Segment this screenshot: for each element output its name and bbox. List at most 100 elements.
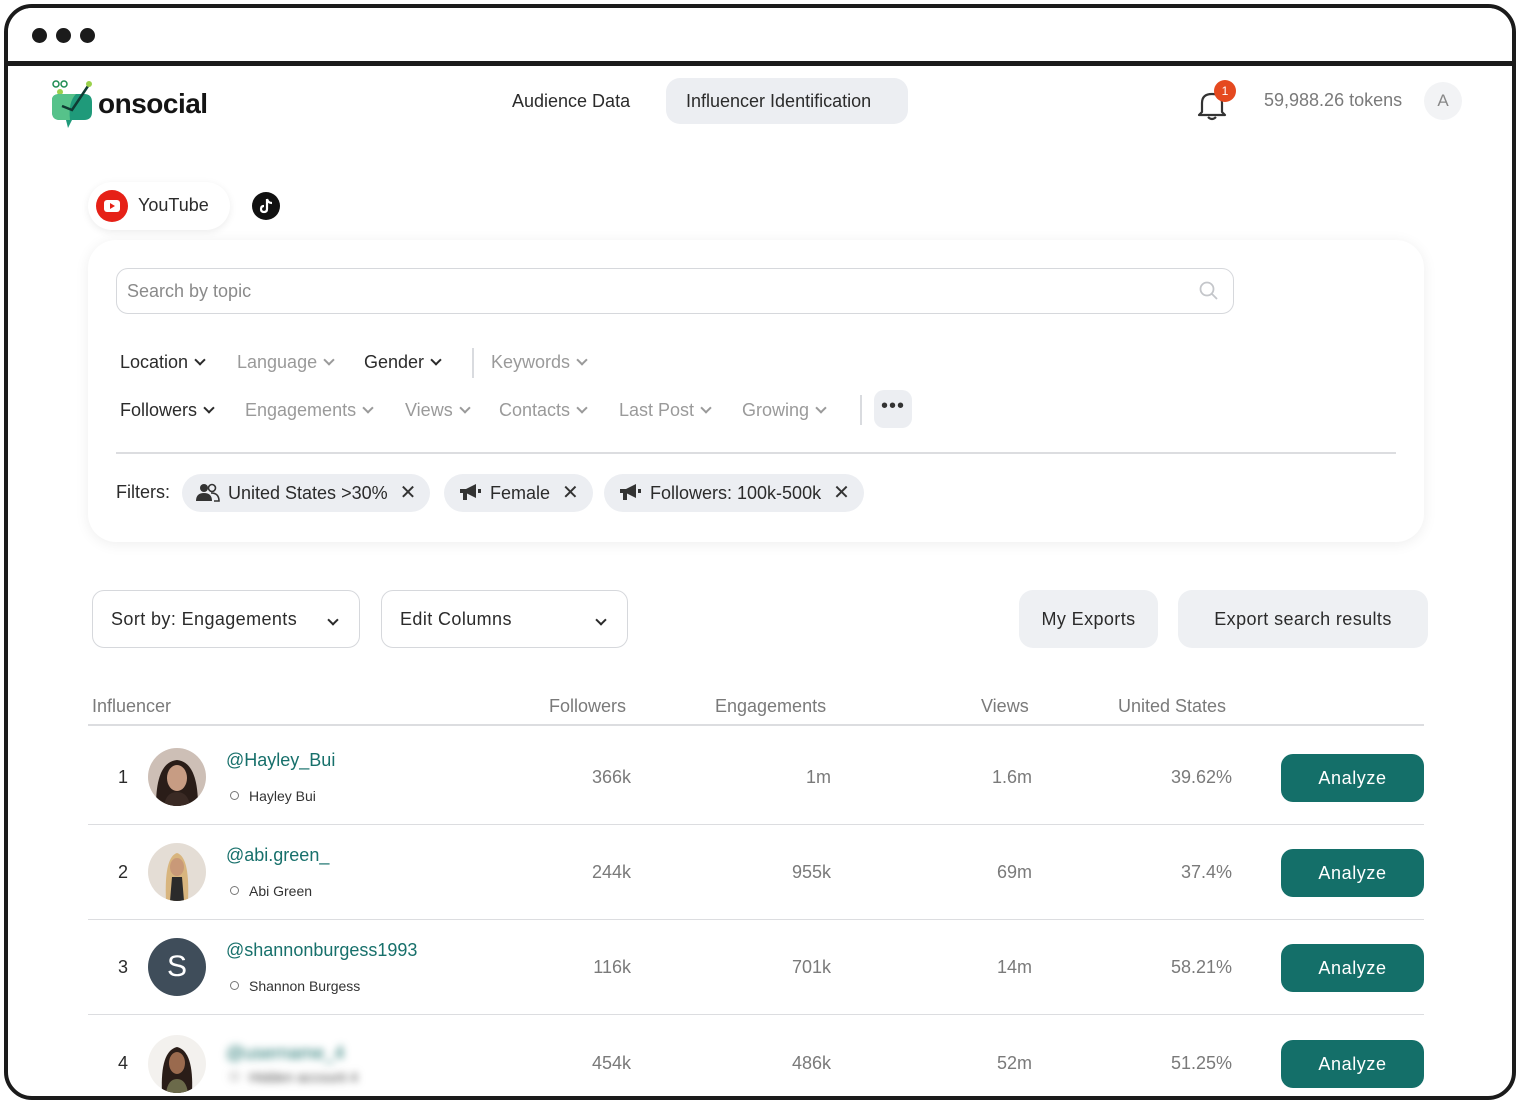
nav-influencer-identification[interactable]: Influencer Identification	[666, 78, 908, 124]
engagements-value: 1m	[805, 767, 831, 787]
filter-language-label: Language	[237, 352, 318, 372]
filter-panel: Location Language Gender Keywords Follow…	[88, 240, 1424, 542]
table-row[interactable]: 1 @Hayley_Bui Hayley Bui 366k 1m 1.6m 39…	[88, 730, 1424, 825]
filter-last-post[interactable]: Last Post	[619, 400, 712, 421]
views-value: 14m	[996, 957, 1032, 977]
close-icon[interactable]: ✕	[562, 474, 579, 512]
influencer-handle-link[interactable]: @shannonburgess1993	[226, 940, 417, 961]
filter-keywords-label: Keywords	[491, 352, 571, 372]
chevron-down-icon	[576, 402, 588, 414]
us-audience-value: 58.21%	[1170, 957, 1232, 977]
user-avatar[interactable]: A	[1424, 82, 1462, 120]
analyze-button[interactable]: Analyze	[1281, 944, 1424, 992]
filter-chip-label: Female	[490, 483, 551, 503]
filter-chip-label: United States >30%	[228, 483, 388, 503]
search-icon[interactable]	[1198, 280, 1220, 302]
column-header-followers[interactable]: Followers	[549, 696, 626, 717]
table-header-divider	[88, 724, 1424, 726]
filter-gender[interactable]: Gender	[364, 352, 442, 373]
sort-select[interactable]: Sort by: Engagements	[92, 590, 360, 648]
filter-growing-label: Growing	[742, 400, 810, 420]
analyze-button[interactable]: Analyze	[1281, 754, 1424, 802]
filter-chip-location[interactable]: United States >30% ✕	[182, 474, 431, 512]
filter-views[interactable]: Views	[405, 400, 471, 421]
my-exports-button[interactable]: My Exports	[1019, 590, 1158, 648]
filter-engagements-label: Engagements	[245, 400, 357, 420]
chevron-down-icon	[459, 402, 471, 414]
tiktok-icon[interactable]	[252, 192, 280, 220]
megaphone-icon	[620, 484, 641, 501]
filter-language[interactable]: Language	[237, 352, 335, 373]
followers-value: 366k	[591, 767, 631, 787]
table-row[interactable]: 2 @abi.green_ Abi Green 244k 955k 69m 37…	[88, 825, 1424, 920]
engagements-value: 955k	[791, 862, 831, 882]
column-header-united-states[interactable]: United States	[1118, 696, 1226, 717]
influencer-handle-link[interactable]: @username_4	[226, 1043, 344, 1064]
us-audience-value: 37.4%	[1180, 862, 1232, 882]
nav-audience-data[interactable]: Audience Data	[492, 78, 650, 124]
chevron-down-icon	[815, 402, 827, 414]
export-search-results-button[interactable]: Export search results	[1178, 590, 1428, 648]
views-value: 1.6m	[991, 767, 1032, 787]
filter-contacts[interactable]: Contacts	[499, 400, 588, 421]
audience-icon	[196, 483, 220, 503]
chevron-down-icon	[203, 402, 215, 414]
row-rank: 2	[118, 862, 129, 882]
chevron-down-icon	[323, 354, 335, 366]
table-row[interactable]: 3 S @shannonburgess1993 Shannon Burgess …	[88, 920, 1424, 1015]
filter-growing[interactable]: Growing	[742, 400, 827, 421]
edit-columns-select[interactable]: Edit Columns	[381, 590, 628, 648]
avatar[interactable]	[148, 748, 206, 806]
avatar[interactable]	[148, 1035, 206, 1093]
filter-chip-gender[interactable]: Female ✕	[444, 474, 593, 512]
avatar[interactable]: S	[148, 938, 206, 996]
filter-last-post-label: Last Post	[619, 400, 695, 420]
filter-followers[interactable]: Followers	[120, 400, 215, 421]
chevron-down-icon	[576, 354, 588, 366]
analyze-button[interactable]: Analyze	[1281, 1040, 1424, 1088]
column-header-views[interactable]: Views	[981, 696, 1029, 717]
filter-chip-followers[interactable]: Followers: 100k-500k ✕	[604, 474, 864, 512]
influencer-name: Shannon Burgess	[230, 978, 360, 994]
platform-youtube-tab[interactable]: YouTube	[88, 182, 230, 230]
filter-contacts-label: Contacts	[499, 400, 571, 420]
logo-icon	[52, 80, 92, 128]
column-header-influencer[interactable]: Influencer	[92, 696, 171, 717]
filter-divider	[860, 395, 862, 425]
table-row[interactable]: 4 @username_4 Hidden account 4 454k 486k…	[88, 1015, 1424, 1104]
filter-engagements[interactable]: Engagements	[245, 400, 374, 421]
active-filters-label: Filters:	[116, 482, 170, 502]
row-rank: 1	[118, 767, 129, 787]
followers-value: 244k	[591, 862, 631, 882]
influencer-name: Hidden account 4	[230, 1069, 358, 1085]
filter-views-label: Views	[405, 400, 453, 420]
analyze-button[interactable]: Analyze	[1281, 849, 1424, 897]
influencer-handle-link[interactable]: @Hayley_Bui	[226, 750, 335, 771]
views-value: 52m	[996, 1053, 1032, 1073]
window-dot	[32, 28, 47, 43]
followers-value: 116k	[593, 957, 631, 977]
filter-location-label: Location	[120, 352, 189, 372]
chevron-down-icon	[700, 402, 712, 414]
followers-value: 454k	[591, 1053, 631, 1073]
us-audience-value: 39.62%	[1170, 767, 1232, 787]
filter-location[interactable]: Location	[120, 352, 206, 373]
search-input[interactable]	[116, 268, 1234, 314]
filter-followers-label: Followers	[120, 400, 198, 420]
filter-divider	[472, 348, 474, 378]
avatar[interactable]	[148, 843, 206, 901]
filter-gender-label: Gender	[364, 352, 425, 372]
notification-badge: 1	[1214, 80, 1236, 102]
close-icon[interactable]: ✕	[833, 474, 850, 512]
influencer-handle-link[interactable]: @abi.green_	[226, 845, 329, 866]
column-header-engagements[interactable]: Engagements	[715, 696, 826, 717]
logo[interactable]: onsocial	[46, 72, 216, 132]
edit-columns-label: Edit Columns	[400, 609, 512, 629]
chevron-down-icon	[327, 614, 339, 626]
more-filters-button[interactable]: •••	[874, 390, 912, 428]
chevron-down-icon	[194, 354, 206, 366]
close-icon[interactable]: ✕	[400, 474, 417, 512]
youtube-icon	[96, 190, 128, 222]
token-balance: 59,988.26 tokens	[1264, 90, 1403, 110]
filter-keywords[interactable]: Keywords	[491, 352, 588, 373]
